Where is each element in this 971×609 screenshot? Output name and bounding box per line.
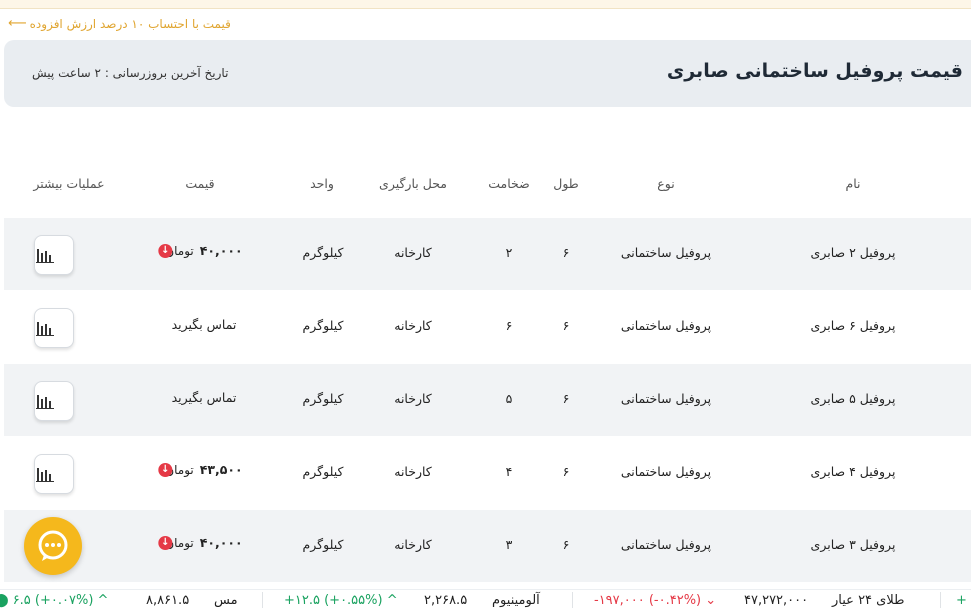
cell-type: پروفیل ساختمانی: [620, 464, 712, 479]
ticker-gold-change: -۱۹۷,۰۰۰ (-۰.۴۲%) ⌄: [594, 593, 717, 608]
bar-chart-icon: [36, 393, 54, 409]
ticker-copper-change: ⬤ ۶.۵ (+۰.۰۷%) ^: [0, 593, 109, 608]
last-update-text: تاریخ آخرین بروزرسانی : ۲ ساعت پیش: [32, 66, 229, 80]
ticker-gold-price: ۴۷,۲۷۲,۰۰۰: [744, 593, 809, 608]
price-value: ۴۳,۵۰۰: [199, 462, 243, 477]
cell-unit: کیلوگرم: [302, 537, 344, 552]
cell-name[interactable]: پروفیل ۳ صابری: [811, 537, 896, 552]
price-down-icon: ↓: [158, 243, 173, 258]
header-more-ops: عملیات بیشتر: [33, 176, 105, 191]
cell-type: پروفیل ساختمانی: [620, 537, 712, 552]
cell-place: کارخانه: [394, 464, 432, 479]
cell-length: ۶: [562, 245, 570, 260]
cell-length: ۶: [562, 391, 570, 406]
header-thickness: ضخامت: [488, 176, 530, 191]
table-row: پروفیل ۲ صابری پروفیل ساختمانی ۶ ۲ کارخانه کی…: [4, 218, 971, 290]
cell-name[interactable]: پروفیل ۶ صابری: [811, 318, 896, 333]
cell-place: کارخانه: [394, 245, 432, 260]
cell-type: پروفیل ساختمانی: [620, 318, 712, 333]
cell-thickness: ۳: [505, 537, 513, 552]
price-chart-button[interactable]: [34, 381, 74, 421]
cell-unit: کیلوگرم: [302, 318, 344, 333]
price-cell: تومان ۴۳,۵۰۰ ↓: [158, 462, 243, 477]
ticker-alu-change: +۱۲.۵ (+۰.۵۵%) ^: [284, 593, 398, 608]
price-chart-button[interactable]: [34, 308, 74, 348]
arrow-left-icon: ⟵: [8, 16, 27, 31]
cell-thickness: ۴: [505, 464, 513, 479]
price-down-icon: ↓: [158, 462, 173, 477]
bar-chart-icon: [36, 466, 54, 482]
ticker-next-change: +: [956, 593, 967, 608]
page-title: قیمت پروفیل ساختمانی صابری: [666, 60, 963, 82]
table-row: پروفیل ۴ صابری پروفیل ساختمانی ۶ ۴ کارخانه کی…: [4, 437, 971, 509]
cell-thickness: ۶: [505, 318, 513, 333]
header-price: قیمت: [185, 176, 215, 191]
cell-name[interactable]: پروفیل ۴ صابری: [811, 464, 896, 479]
header-name: نام: [845, 176, 861, 191]
price-cell: تومان ۴۰,۰۰۰ ↓: [158, 243, 243, 258]
price-chart-button[interactable]: [34, 454, 74, 494]
cell-thickness: ۲: [505, 245, 513, 260]
contact-text: تماس بگیرید: [171, 317, 237, 332]
header-loading-place: محل بارگیری: [379, 176, 447, 191]
bar-chart-icon: [36, 320, 54, 336]
cell-length: ۶: [562, 464, 570, 479]
cell-length: ۶: [562, 318, 570, 333]
cell-type: پروفیل ساختمانی: [620, 391, 712, 406]
price-down-icon: ↓: [158, 535, 173, 550]
header-unit: واحد: [310, 176, 334, 191]
ticker-alu-name: آلومینیوم: [492, 593, 540, 608]
cell-unit: کیلوگرم: [302, 391, 344, 406]
price-value: ۴۰,۰۰۰: [199, 243, 243, 258]
top-banner-strip: [0, 0, 971, 9]
cell-unit: کیلوگرم: [302, 464, 344, 479]
cell-name[interactable]: پروفیل ۲ صابری: [811, 245, 896, 260]
ticker-alu-price: ۲,۲۶۸.۵: [424, 593, 468, 608]
cell-unit: کیلوگرم: [302, 245, 344, 260]
header-length: طول: [553, 176, 579, 191]
ticker-separator: [262, 592, 263, 608]
cell-place: کارخانه: [394, 318, 432, 333]
table-row: پروفیل ۵ صابری پروفیل ساختمانی ۶ ۵ کارخانه کی…: [4, 364, 971, 436]
chat-bubble-icon: [38, 530, 68, 561]
cell-thickness: ۵: [505, 391, 513, 406]
bar-chart-icon: [36, 247, 54, 263]
vat-note-link[interactable]: قیمت با احتساب ۱۰ درصد ارزش افزوده ⟵: [8, 16, 231, 31]
header-type: نوع: [657, 176, 675, 191]
ticker-copper-price: ۸,۸۶۱.۵: [146, 593, 190, 608]
contact-text: تماس بگیرید: [171, 390, 237, 405]
chat-button[interactable]: [24, 517, 82, 575]
ticker-gold-name: طلای ۲۴ عیار: [832, 593, 905, 608]
table-row: پروفیل ۶ صابری پروفیل ساختمانی ۶ ۶ کارخانه کی…: [4, 291, 971, 363]
vat-note-text: قیمت با احتساب ۱۰ درصد ارزش افزوده: [29, 16, 231, 31]
table-row: پروفیل ۳ صابری پروفیل ساختمانی ۶ ۳ کارخانه کی…: [4, 510, 971, 582]
cell-name[interactable]: پروفیل ۵ صابری: [811, 391, 896, 406]
ticker-separator: [572, 592, 573, 608]
price-value: ۴۰,۰۰۰: [199, 535, 243, 550]
cell-length: ۶: [562, 537, 570, 552]
table-header: نام نوع طول ضخامت محل بارگیری واحد قیمت …: [0, 176, 971, 196]
price-ticker: ⬤ ۶.۵ (+۰.۰۷%) ^ ۸,۸۶۱.۵ مس +۱۲.۵ (+۰.۵۵…: [0, 589, 971, 609]
cell-place: کارخانه: [394, 537, 432, 552]
ticker-separator: [940, 592, 941, 608]
ticker-copper-name: مس: [214, 593, 238, 608]
price-cell: تومان ۴۰,۰۰۰ ↓: [158, 535, 243, 550]
price-chart-button[interactable]: [34, 235, 74, 275]
cell-place: کارخانه: [394, 391, 432, 406]
cell-type: پروفیل ساختمانی: [620, 245, 712, 260]
